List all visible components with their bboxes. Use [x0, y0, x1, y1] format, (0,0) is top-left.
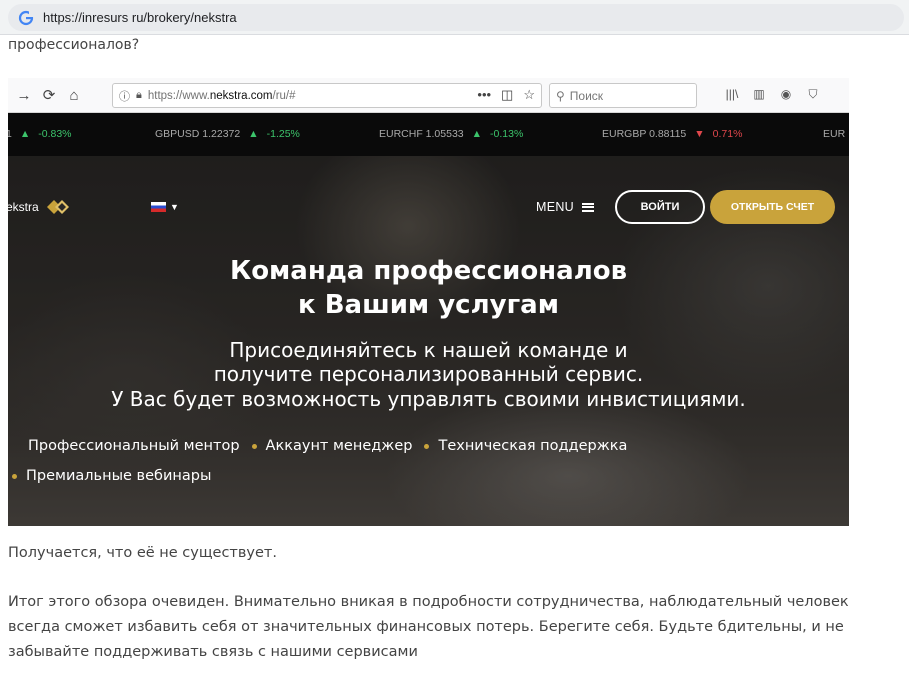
home-icon[interactable]: ⌂	[65, 86, 83, 104]
outer-address-bar[interactable]: https://inresurs ru/brokery/nekstra	[8, 4, 904, 31]
article-paragraph-2-line-2: всегда сможет избавить себя от значитель…	[8, 619, 844, 635]
lock-icon: 🔒︎	[136, 89, 142, 101]
features-row-1: Профессиональный ментор Аккаунт менеджер…	[28, 438, 627, 454]
logo-text: ekstra	[8, 200, 39, 214]
article-paragraph-2-line-3: забывайте поддерживать связь с нашими се…	[8, 644, 418, 660]
article-paragraph-1: Получается, что её не существует.	[8, 545, 277, 561]
outer-url-text: https://inresurs ru/brokery/nekstra	[43, 10, 237, 25]
logo-mark-icon	[46, 200, 69, 214]
hero-headline-1: Команда профессионалов	[229, 256, 628, 286]
hero-subtitle-3: У Вас будет возможность управлять своими…	[111, 387, 746, 411]
login-button[interactable]: ВОЙТИ	[615, 190, 705, 224]
hero-subtitle-1: Присоединяйтесь к нашей команде и	[229, 338, 628, 362]
pocket-icon[interactable]: ◫	[501, 87, 513, 103]
features-row-2: Премиальные вебинары	[8, 468, 211, 484]
hamburger-icon	[582, 202, 595, 212]
search-placeholder: Поиск	[569, 88, 604, 103]
ticker-item: 1 ▲ -0.83%	[8, 128, 72, 140]
search-field[interactable]: ⚲ Поиск	[549, 83, 697, 108]
article-prev-text: профессионалов?	[8, 37, 140, 53]
feature-item: Профессиональный ментор	[28, 438, 240, 454]
inner-url: https://www.nekstra.com/ru/#	[147, 89, 296, 102]
feature-item: Премиальные вебинары	[26, 468, 212, 484]
inner-address-bar[interactable]: ⓘ 🔒︎ https://www.nekstra.com/ru/# ••• ◫ …	[112, 83, 542, 108]
hero-headline-2: к Вашим услугам	[298, 290, 559, 320]
bookmark-star-icon[interactable]: ☆	[523, 87, 535, 103]
ticker-item: EUR	[823, 128, 846, 140]
shield-icon[interactable]: ⛉	[805, 86, 821, 102]
feature-item: Техническая поддержка	[438, 438, 628, 454]
russian-flag-icon	[151, 202, 166, 212]
menu-button[interactable]: MENU	[536, 200, 595, 214]
embedded-screenshot: → ⟳ ⌂ ⓘ 🔒︎ https://www.nekstra.com/ru/# …	[8, 78, 849, 526]
bullet-icon	[251, 443, 257, 449]
firefox-toolbar: → ⟳ ⌂ ⓘ 🔒︎ https://www.nekstra.com/ru/# …	[8, 78, 849, 113]
outer-browser-toolbar: https://inresurs ru/brokery/nekstra	[0, 0, 909, 35]
article-paragraph-2-line-1: Итог этого обзора очевиден. Внимательно …	[8, 594, 849, 610]
account-icon[interactable]: ◉	[778, 86, 794, 102]
open-account-button[interactable]: ОТКРЫТЬ СЧЕТ	[710, 190, 835, 224]
feature-item: Аккаунт менеджер	[265, 438, 413, 454]
forward-icon[interactable]: →	[15, 86, 33, 104]
page-info-icon: ⓘ	[119, 90, 130, 103]
search-icon: ⚲	[556, 88, 565, 103]
menu-label: MENU	[536, 200, 575, 214]
language-selector[interactable]: ▼	[151, 202, 179, 212]
bullet-icon	[424, 443, 430, 449]
chevron-down-icon: ▼	[170, 202, 179, 212]
reload-icon[interactable]: ⟳	[40, 86, 58, 104]
currency-ticker: 1 ▲ -0.83% GBPUSD 1.22372 ▲ -1.25% EURCH…	[8, 113, 849, 156]
sidebar-icon[interactable]: ▥	[751, 86, 767, 102]
ticker-item: EURGBP 0.88115 ▼ 0.71%	[602, 128, 743, 140]
bullet-icon	[12, 473, 17, 479]
page-actions-icon[interactable]: •••	[477, 87, 491, 103]
site-logo[interactable]: ekstra	[8, 198, 71, 216]
hero-section: ekstra ▼ MENU ВОЙТИ ОТКРЫТЬ СЧЕТ Команда…	[8, 156, 849, 526]
ticker-item: GBPUSD 1.22372 ▲ -1.25%	[155, 128, 300, 140]
ticker-item: EURCHF 1.05533 ▲ -0.13%	[379, 128, 524, 140]
google-icon	[18, 10, 34, 25]
library-icon[interactable]: |||\	[724, 86, 740, 102]
hero-subtitle-2: получите персонализированный сервис.	[213, 362, 644, 386]
